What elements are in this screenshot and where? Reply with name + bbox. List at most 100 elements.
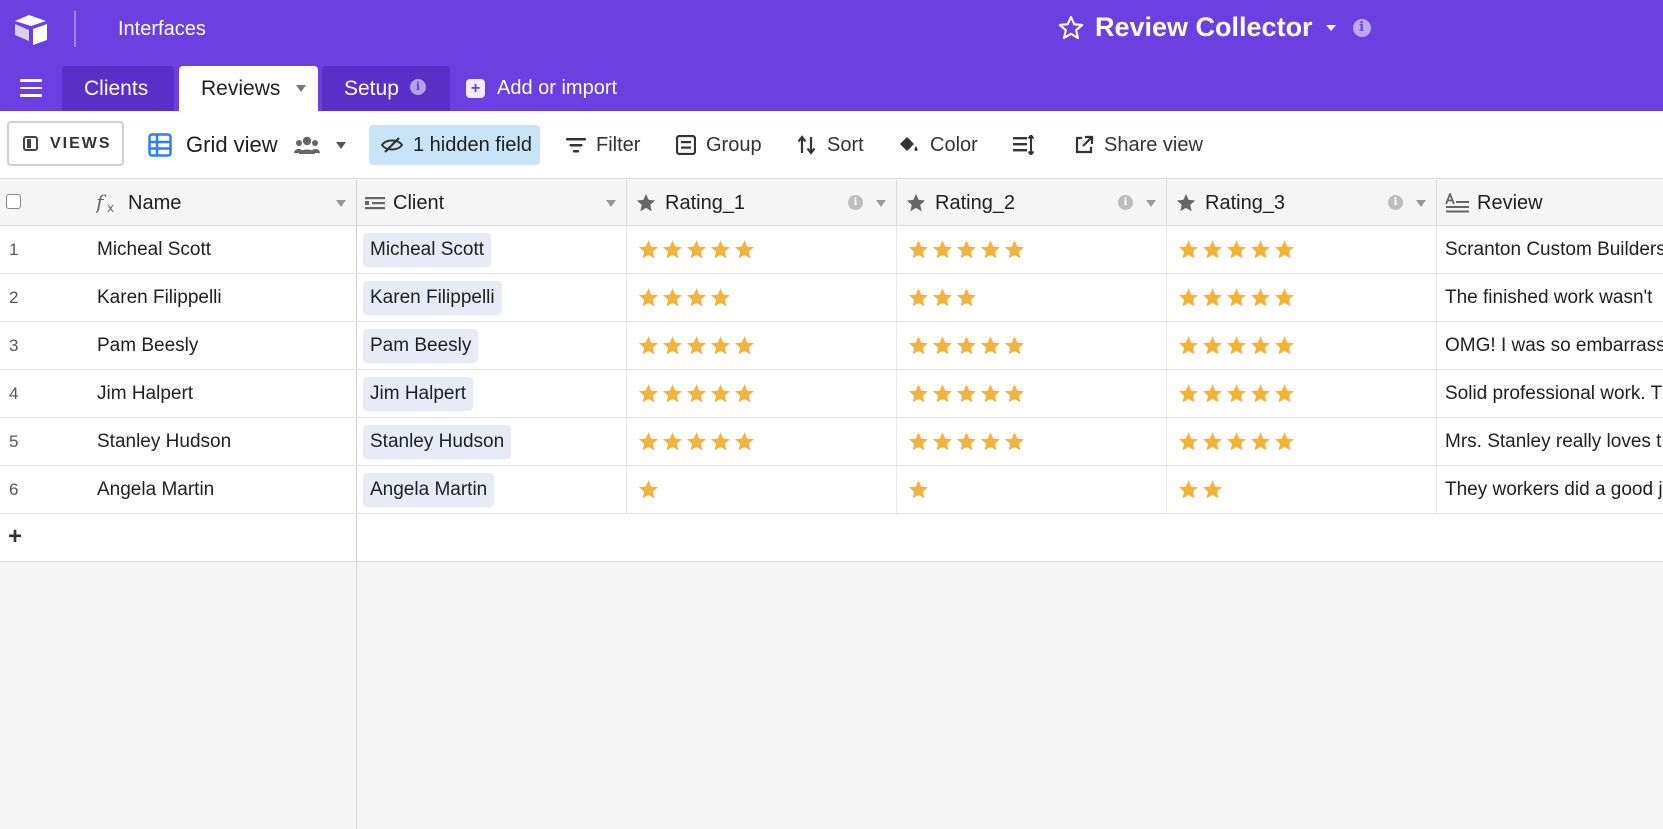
star-rating[interactable] bbox=[637, 239, 757, 261]
table-row[interactable]: 5 Stanley Hudson Stanley Hudson Mrs. Sta… bbox=[0, 418, 1663, 466]
group-button[interactable]: Group bbox=[676, 125, 762, 165]
chevron-down-icon[interactable] bbox=[1416, 200, 1426, 207]
sort-button[interactable]: Sort bbox=[797, 125, 864, 165]
table-row[interactable]: 1 Micheal Scott Micheal Scott Scranton C… bbox=[0, 226, 1663, 274]
rating-2-cell[interactable] bbox=[897, 466, 1167, 513]
share-view-button[interactable]: Share view bbox=[1074, 125, 1203, 165]
rating-1-cell[interactable] bbox=[627, 226, 897, 273]
table-row[interactable]: 4 Jim Halpert Jim Halpert Solid professi… bbox=[0, 370, 1663, 418]
linked-record-chip[interactable]: Angela Martin bbox=[363, 472, 495, 507]
add-or-import-button[interactable]: + Add or import bbox=[466, 66, 617, 111]
rating-1-cell[interactable] bbox=[627, 274, 897, 321]
linked-record-chip[interactable]: Micheal Scott bbox=[363, 232, 492, 267]
row-height-button[interactable] bbox=[1013, 125, 1045, 165]
column-header-client[interactable]: Client bbox=[357, 180, 627, 226]
star-rating[interactable] bbox=[637, 431, 757, 453]
chevron-down-icon[interactable] bbox=[876, 200, 886, 207]
client-cell[interactable]: Karen Filippelli bbox=[357, 274, 627, 321]
info-icon[interactable]: i bbox=[1118, 195, 1133, 210]
tab-clients[interactable]: Clients bbox=[62, 66, 174, 111]
client-cell[interactable]: Jim Halpert bbox=[357, 370, 627, 417]
view-switcher[interactable]: Grid view bbox=[148, 125, 346, 165]
client-cell[interactable]: Stanley Hudson bbox=[357, 418, 627, 465]
rating-1-cell[interactable] bbox=[627, 370, 897, 417]
name-cell[interactable]: Jim Halpert bbox=[84, 370, 357, 417]
column-header-rating-2[interactable]: Rating_2 i bbox=[897, 180, 1167, 226]
base-title[interactable]: Review Collector bbox=[1095, 12, 1313, 43]
column-header-name[interactable]: fx Name bbox=[84, 180, 357, 226]
column-header-review[interactable]: Review bbox=[1437, 180, 1663, 226]
star-rating[interactable] bbox=[907, 431, 1027, 453]
color-button[interactable]: Color bbox=[898, 125, 978, 165]
table-row[interactable]: 6 Angela Martin Angela Martin They worke… bbox=[0, 466, 1663, 514]
hamburger-menu-icon[interactable] bbox=[20, 79, 42, 97]
tab-reviews[interactable]: Reviews bbox=[179, 66, 318, 111]
star-rating[interactable] bbox=[907, 287, 979, 309]
name-cell[interactable]: Stanley Hudson bbox=[84, 418, 357, 465]
star-outline-icon[interactable] bbox=[1057, 14, 1085, 42]
add-record-button[interactable]: + bbox=[8, 523, 22, 551]
client-cell[interactable]: Pam Beesly bbox=[357, 322, 627, 369]
star-rating[interactable] bbox=[907, 239, 1027, 261]
star-rating[interactable] bbox=[637, 479, 661, 501]
review-cell[interactable]: The finished work wasn't bbox=[1437, 274, 1663, 321]
name-cell[interactable]: Micheal Scott bbox=[84, 226, 357, 273]
star-rating[interactable] bbox=[1177, 431, 1297, 453]
filter-button[interactable]: Filter bbox=[566, 125, 640, 165]
chevron-down-icon[interactable] bbox=[606, 200, 616, 207]
star-rating[interactable] bbox=[637, 287, 733, 309]
star-rating[interactable] bbox=[1177, 239, 1297, 261]
views-button[interactable]: VIEWS bbox=[7, 121, 124, 166]
star-rating[interactable] bbox=[1177, 479, 1225, 501]
linked-record-chip[interactable]: Pam Beesly bbox=[363, 328, 479, 363]
star-rating[interactable] bbox=[637, 335, 757, 357]
interfaces-link[interactable]: Interfaces bbox=[118, 18, 206, 41]
rating-3-cell[interactable] bbox=[1167, 274, 1437, 321]
tab-setup[interactable]: Setup i bbox=[322, 66, 450, 111]
star-rating[interactable] bbox=[907, 383, 1027, 405]
client-cell[interactable]: Micheal Scott bbox=[357, 226, 627, 273]
select-all-checkbox[interactable] bbox=[6, 194, 21, 209]
linked-record-chip[interactable]: Stanley Hudson bbox=[363, 424, 512, 459]
star-rating[interactable] bbox=[1177, 383, 1297, 405]
rating-2-cell[interactable] bbox=[897, 226, 1167, 273]
info-icon[interactable]: i bbox=[848, 195, 863, 210]
rating-3-cell[interactable] bbox=[1167, 418, 1437, 465]
rating-1-cell[interactable] bbox=[627, 418, 897, 465]
review-cell[interactable]: Scranton Custom Builders bbox=[1437, 226, 1663, 273]
star-rating[interactable] bbox=[1177, 287, 1297, 309]
airtable-logo-icon[interactable] bbox=[13, 14, 49, 46]
table-row[interactable]: 2 Karen Filippelli Karen Filippelli The … bbox=[0, 274, 1663, 322]
rating-3-cell[interactable] bbox=[1167, 466, 1437, 513]
rating-3-cell[interactable] bbox=[1167, 226, 1437, 273]
table-row[interactable]: 3 Pam Beesly Pam Beesly OMG! I was so em… bbox=[0, 322, 1663, 370]
rating-2-cell[interactable] bbox=[897, 418, 1167, 465]
rating-1-cell[interactable] bbox=[627, 322, 897, 369]
client-cell[interactable]: Angela Martin bbox=[357, 466, 627, 513]
base-title-area[interactable]: Review Collector i bbox=[1057, 12, 1371, 43]
name-cell[interactable]: Pam Beesly bbox=[84, 322, 357, 369]
rating-2-cell[interactable] bbox=[897, 274, 1167, 321]
rating-2-cell[interactable] bbox=[897, 322, 1167, 369]
rating-2-cell[interactable] bbox=[897, 370, 1167, 417]
review-cell[interactable]: Solid professional work. T bbox=[1437, 370, 1663, 417]
name-cell[interactable]: Angela Martin bbox=[84, 466, 357, 513]
info-icon[interactable]: i bbox=[410, 79, 426, 95]
linked-record-chip[interactable]: Jim Halpert bbox=[363, 376, 474, 411]
rating-3-cell[interactable] bbox=[1167, 370, 1437, 417]
column-header-rating-3[interactable]: Rating_3 i bbox=[1167, 180, 1437, 226]
linked-record-chip[interactable]: Karen Filippelli bbox=[363, 280, 502, 315]
star-rating[interactable] bbox=[1177, 335, 1297, 357]
chevron-down-icon[interactable] bbox=[1325, 24, 1337, 32]
review-cell[interactable]: Mrs. Stanley really loves t bbox=[1437, 418, 1663, 465]
rating-1-cell[interactable] bbox=[627, 466, 897, 513]
column-header-rating-1[interactable]: Rating_1 i bbox=[627, 180, 897, 226]
info-icon[interactable]: i bbox=[1352, 18, 1371, 37]
chevron-down-icon[interactable] bbox=[336, 200, 346, 207]
star-rating[interactable] bbox=[637, 383, 757, 405]
chevron-down-icon[interactable] bbox=[1146, 200, 1156, 207]
review-cell[interactable]: They workers did a good j bbox=[1437, 466, 1663, 513]
chevron-down-icon[interactable] bbox=[296, 85, 306, 92]
name-cell[interactable]: Karen Filippelli bbox=[84, 274, 357, 321]
add-record-row[interactable]: + bbox=[0, 514, 1663, 562]
